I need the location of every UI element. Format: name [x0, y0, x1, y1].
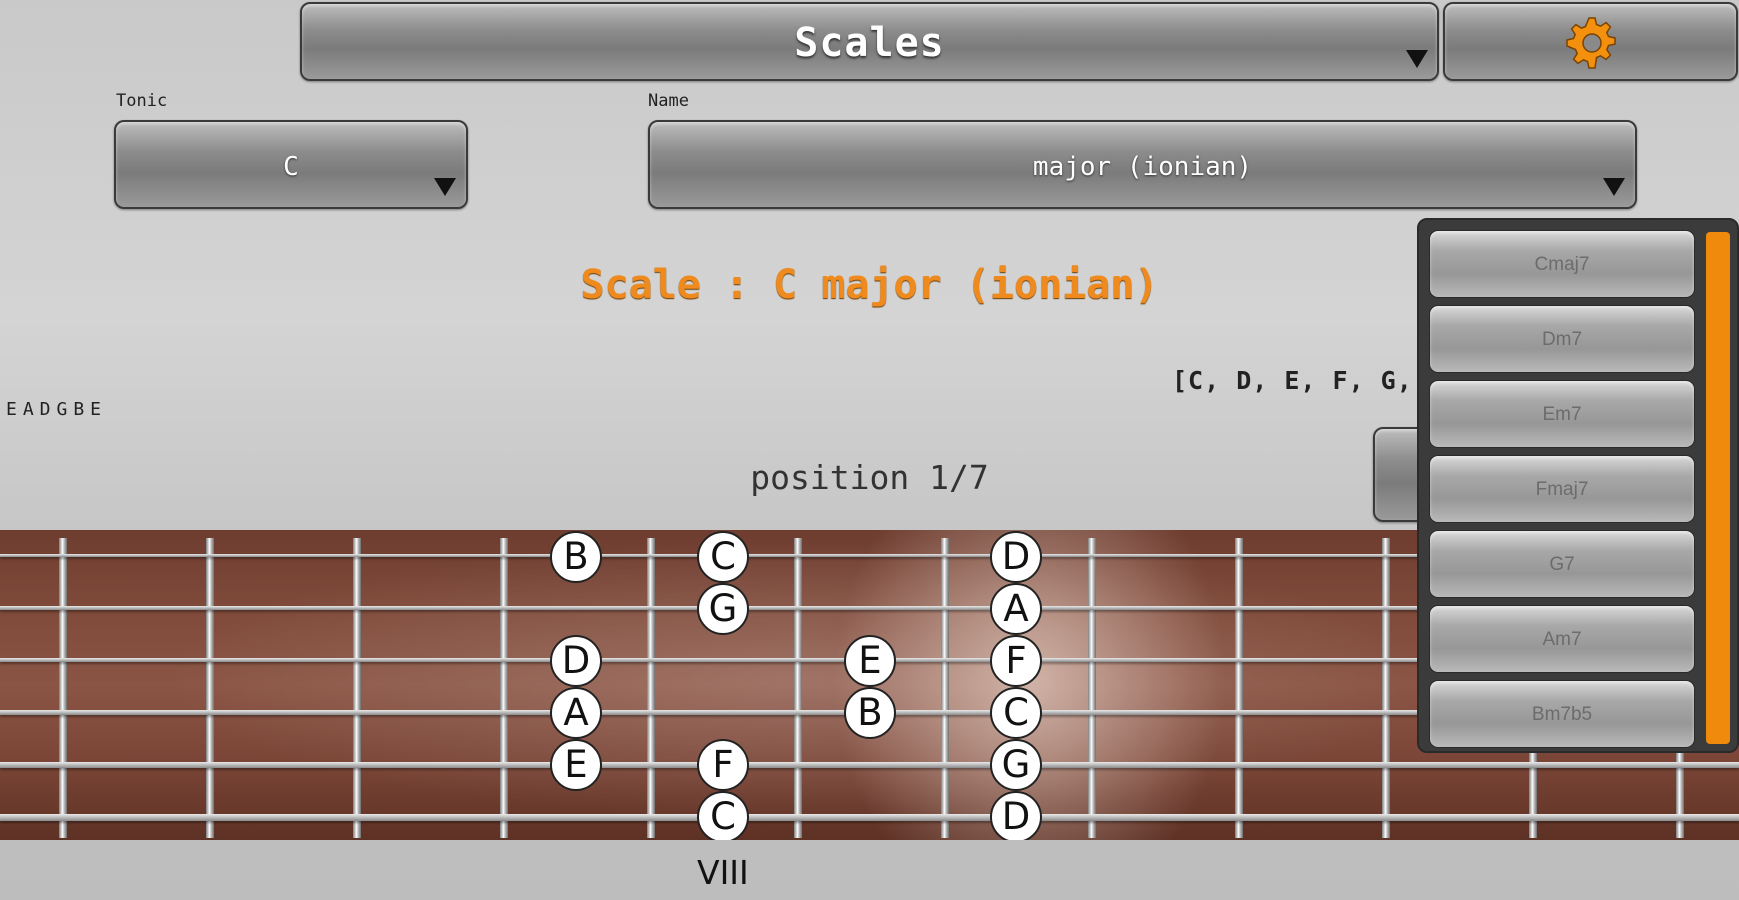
name-label: Name — [648, 91, 689, 111]
fret — [353, 538, 361, 838]
note-marker[interactable]: C — [697, 531, 749, 583]
chord-button[interactable]: Fmaj7 — [1429, 455, 1695, 523]
string — [0, 762, 1739, 768]
fret — [941, 538, 949, 838]
note-marker[interactable]: G — [990, 739, 1042, 791]
fret — [1235, 538, 1243, 838]
tonic-select[interactable]: C — [114, 120, 468, 209]
tonic-label: Tonic — [116, 91, 168, 111]
chord-list-panel: Cmaj7 Dm7 Em7 Fmaj7 G7 Am7 Bm7b5 — [1417, 218, 1739, 753]
tonic-value: C — [283, 152, 299, 182]
note-marker[interactable]: E — [550, 739, 602, 791]
chord-button[interactable]: Am7 — [1429, 605, 1695, 673]
fret — [1088, 538, 1096, 838]
settings-button[interactable] — [1443, 2, 1738, 81]
note-marker[interactable]: C — [990, 687, 1042, 739]
note-marker[interactable]: F — [990, 635, 1042, 687]
mode-select-button[interactable]: Scales — [300, 2, 1439, 81]
note-marker[interactable]: D — [990, 531, 1042, 583]
note-marker[interactable]: C — [697, 791, 749, 840]
chord-button[interactable]: Dm7 — [1429, 305, 1695, 373]
chevron-down-icon — [1406, 50, 1428, 68]
fret — [1382, 538, 1390, 838]
note-marker[interactable]: B — [550, 531, 602, 583]
chord-button[interactable]: Bm7b5 — [1429, 680, 1695, 748]
fret-position-label: VIII — [697, 853, 749, 892]
chevron-down-icon — [434, 178, 456, 196]
note-marker[interactable]: A — [550, 687, 602, 739]
note-marker[interactable]: G — [697, 583, 749, 635]
scale-name-select[interactable]: major (ionian) — [648, 120, 1637, 209]
note-marker[interactable]: D — [990, 791, 1042, 840]
note-marker[interactable]: D — [550, 635, 602, 687]
chord-button[interactable]: Cmaj7 — [1429, 230, 1695, 298]
chevron-down-icon — [1603, 178, 1625, 196]
fret — [794, 538, 802, 838]
gear-icon — [1566, 17, 1616, 69]
scale-notes-list: [C, D, E, F, G, A — [1172, 366, 1445, 395]
fret — [59, 538, 67, 838]
note-marker[interactable]: E — [844, 635, 896, 687]
note-marker[interactable]: F — [697, 739, 749, 791]
scale-name-value: major (ionian) — [1032, 152, 1253, 182]
mode-label: Scales — [794, 20, 945, 66]
chord-button[interactable]: G7 — [1429, 530, 1695, 598]
scrollbar[interactable] — [1706, 232, 1730, 744]
note-marker[interactable]: A — [990, 583, 1042, 635]
chord-button[interactable]: Em7 — [1429, 380, 1695, 448]
string — [0, 814, 1739, 821]
note-marker[interactable]: B — [844, 687, 896, 739]
fret — [500, 538, 508, 838]
fret — [206, 538, 214, 838]
fret — [647, 538, 655, 838]
tuning-label: EADGBE — [6, 399, 108, 420]
